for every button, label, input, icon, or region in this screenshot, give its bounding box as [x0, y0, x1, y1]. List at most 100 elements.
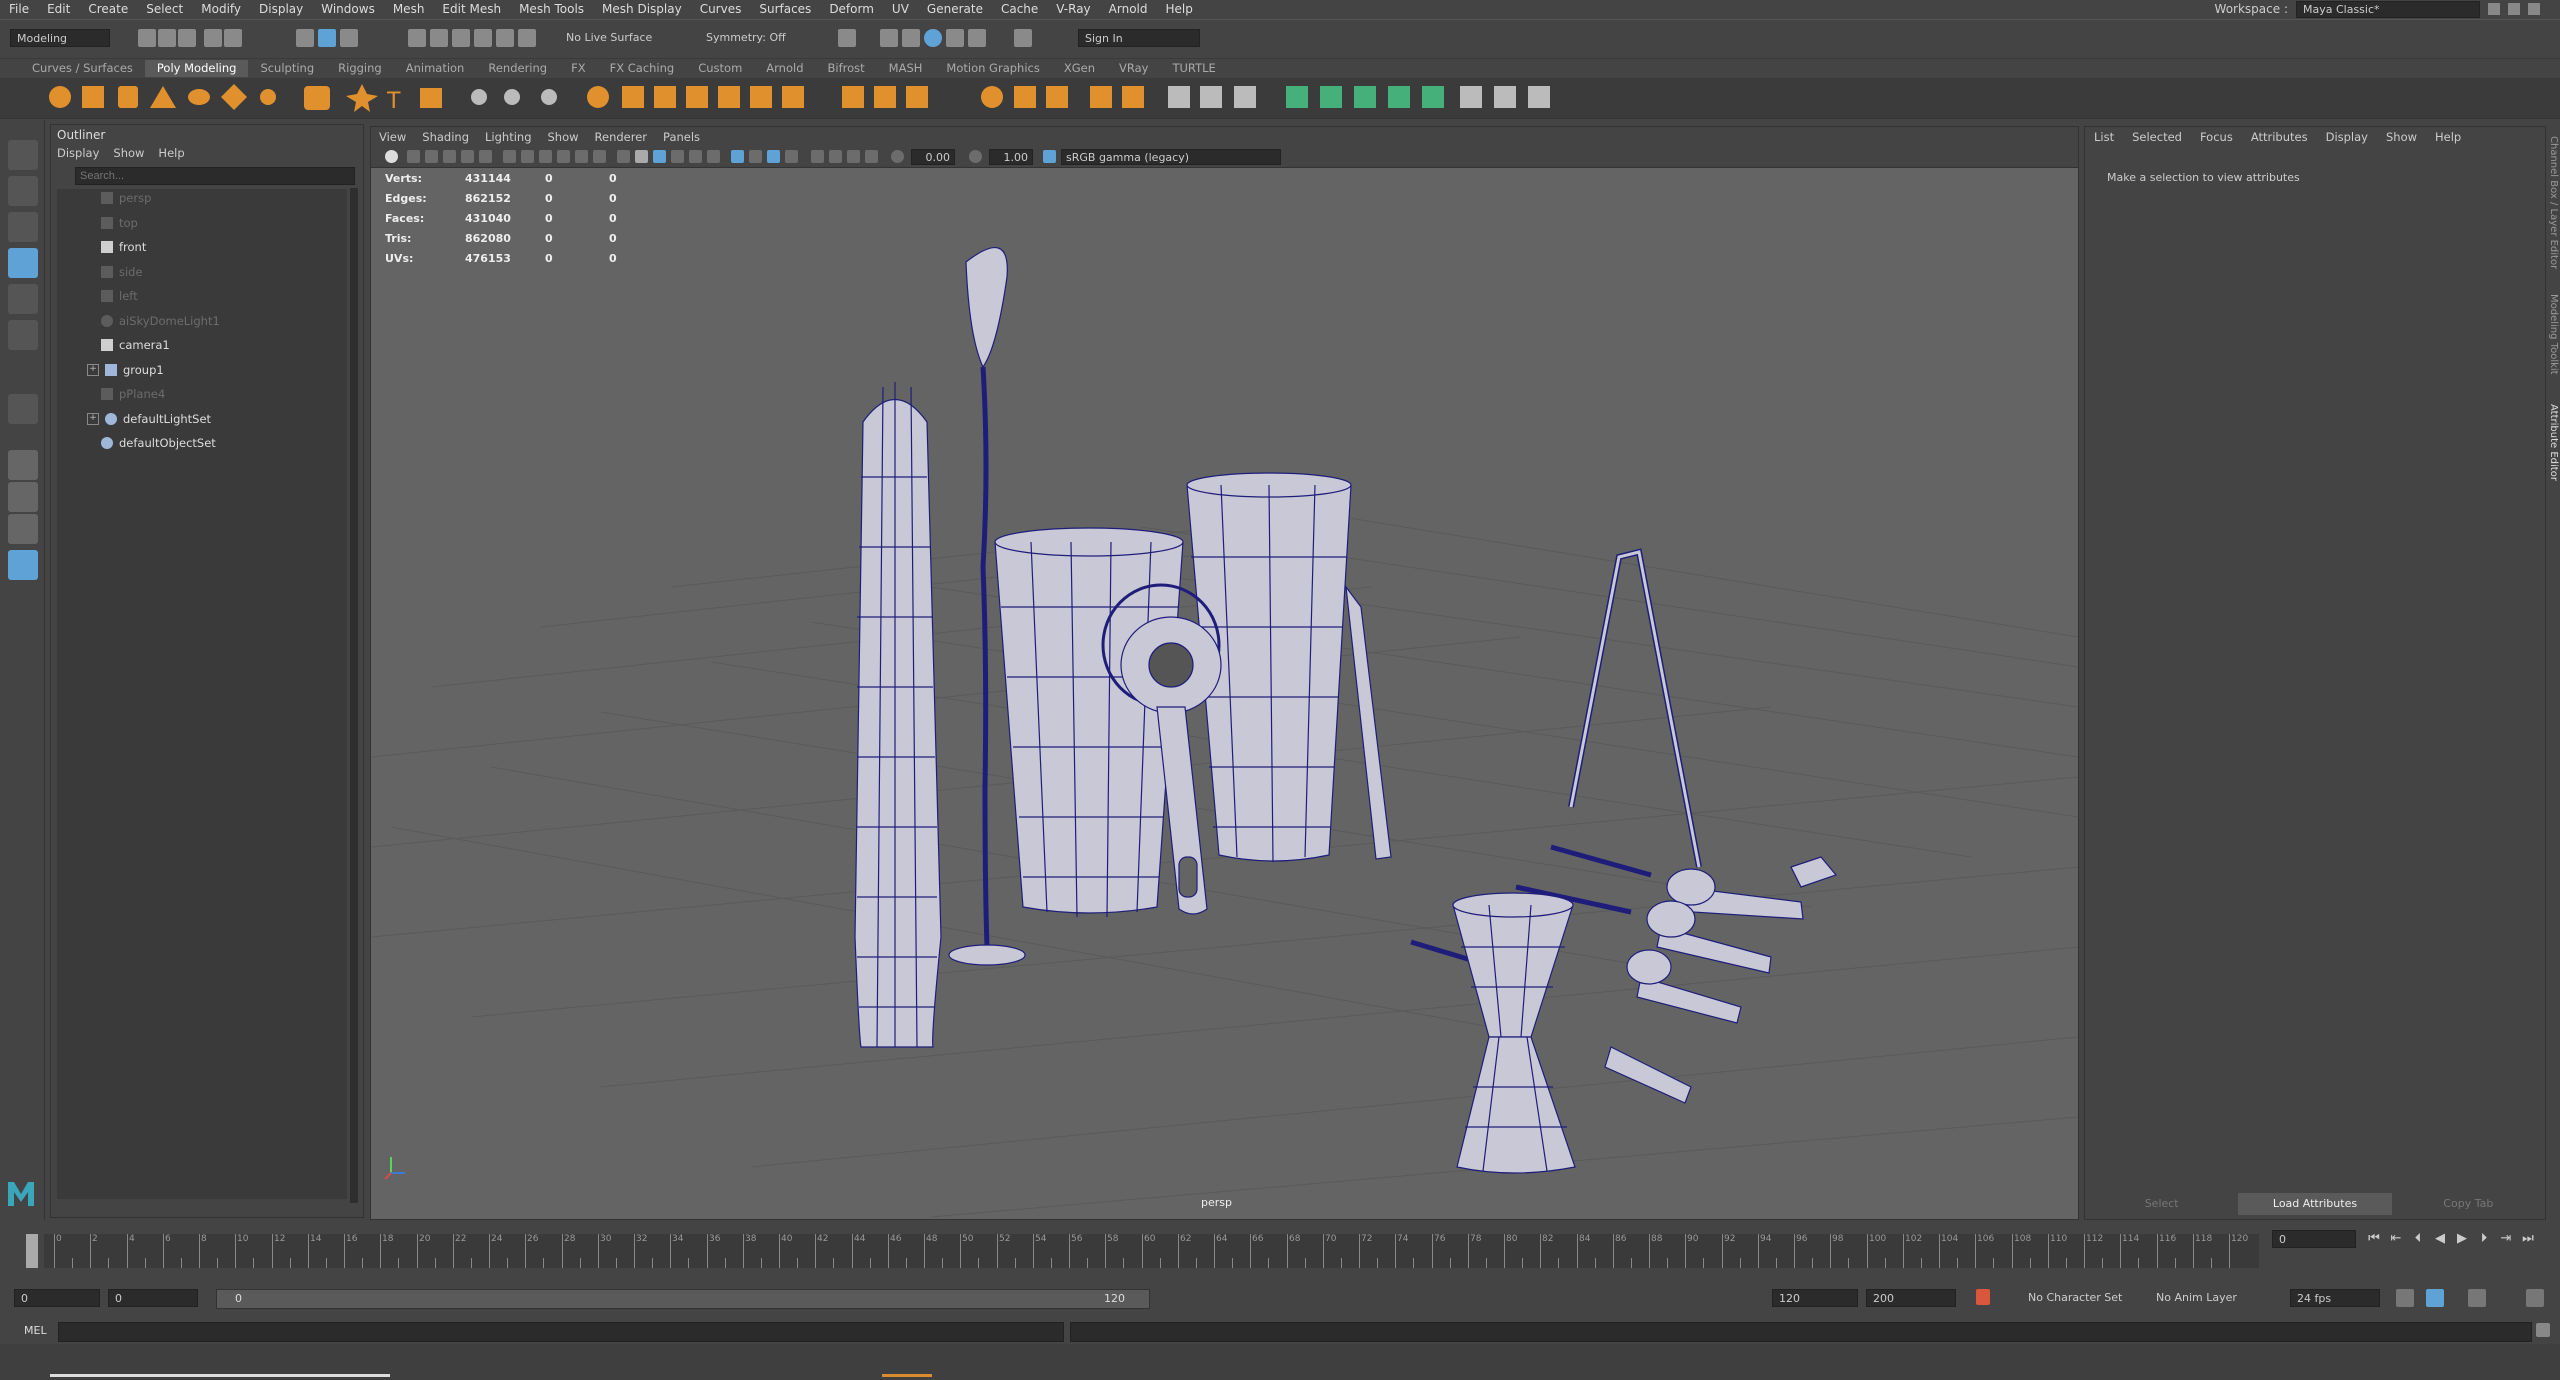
menu-surfaces[interactable]: Surfaces: [750, 0, 820, 18]
live-surface-field[interactable]: No Live Surface: [560, 29, 670, 47]
menu-mesh-display[interactable]: Mesh Display: [593, 0, 691, 18]
anim-layer-dropdown[interactable]: No Anim Layer: [2150, 1289, 2260, 1307]
menu-edit[interactable]: Edit: [38, 0, 79, 18]
character-set-dropdown[interactable]: No Character Set: [2022, 1289, 2142, 1307]
playback-start-field[interactable]: 0: [108, 1289, 198, 1307]
copy-tab-button[interactable]: Copy Tab: [2392, 1193, 2545, 1215]
load-attributes-button[interactable]: Load Attributes: [2238, 1193, 2392, 1215]
view-transform-dropdown[interactable]: sRGB gamma (legacy): [1061, 149, 1281, 165]
shelf-tab-animation[interactable]: Animation: [394, 60, 477, 77]
menu-display[interactable]: Display: [250, 0, 312, 18]
outliner-menu-help[interactable]: Help: [158, 146, 184, 160]
step-forward-frame-icon[interactable]: ⏵: [2476, 1231, 2492, 1247]
fps-dropdown[interactable]: 24 fps: [2290, 1289, 2380, 1307]
tab-attribute-editor[interactable]: Attribute Editor: [2548, 404, 2559, 481]
grease-pencil-icon[interactable]: [479, 150, 492, 163]
shelf-tab-mash[interactable]: MASH: [877, 60, 935, 77]
expand-icon[interactable]: +: [87, 363, 99, 376]
lights-icon[interactable]: [689, 150, 702, 163]
outliner-item-aiskydomelight1[interactable]: aiSkyDomeLight1: [101, 312, 220, 330]
xray-joints-icon[interactable]: [767, 150, 780, 163]
auto-key-icon[interactable]: [1976, 1289, 1990, 1305]
four-view-layout-icon[interactable]: [8, 482, 38, 512]
redo-icon[interactable]: [224, 29, 242, 47]
render-settings-icon[interactable]: [924, 29, 942, 47]
menu-edit-mesh[interactable]: Edit Mesh: [433, 0, 510, 18]
select-hierarchy-icon[interactable]: [296, 29, 314, 47]
attribute-menu-focus[interactable]: Focus: [2191, 127, 2242, 147]
range-slider[interactable]: 0 120: [216, 1289, 1150, 1309]
viewport-menu-shading[interactable]: Shading: [414, 130, 477, 144]
film-gate-icon[interactable]: [521, 150, 534, 163]
shelf-tab-curves-surfaces[interactable]: Curves / Surfaces: [20, 60, 145, 77]
step-back-frame-icon[interactable]: ⏴: [2410, 1231, 2426, 1247]
display-resolution-icon[interactable]: [811, 150, 824, 163]
shelf-tab-rigging[interactable]: Rigging: [326, 60, 394, 77]
ipr-render-icon[interactable]: [902, 29, 920, 47]
grid-icon[interactable]: [503, 150, 516, 163]
snap-center-icon[interactable]: [518, 29, 536, 47]
playback-end-field[interactable]: 120: [1772, 1289, 1858, 1307]
menu-help[interactable]: Help: [1157, 0, 1202, 18]
last-tool-icon[interactable]: [8, 394, 38, 424]
animation-preferences-icon[interactable]: [2526, 1289, 2544, 1307]
outliner-item-defaultlightset[interactable]: + defaultLightSet: [87, 410, 211, 428]
smooth-shade-icon[interactable]: [635, 150, 648, 163]
shelf-tab-turtle[interactable]: TURTLE: [1160, 60, 1227, 77]
shelf-tab-poly-modeling[interactable]: Poly Modeling: [144, 60, 249, 77]
snap-point-icon[interactable]: [452, 29, 470, 47]
time-slider[interactable]: 0 2 4 6 8 10 12 14 16 18 20 22 24 26 28 30 32 34 36 38 40 42 4…: [14, 1222, 2259, 1272]
snap-curve-icon[interactable]: [430, 29, 448, 47]
attribute-menu-list[interactable]: List: [2085, 127, 2123, 147]
menu-mesh-tools[interactable]: Mesh Tools: [510, 0, 593, 18]
viewport-menu-panels[interactable]: Panels: [655, 130, 708, 144]
key-settings-icon[interactable]: [2426, 1289, 2444, 1307]
wireframe-on-shaded-icon[interactable]: [653, 150, 666, 163]
textured-icon[interactable]: [671, 150, 684, 163]
paint-select-tool-icon[interactable]: [8, 212, 38, 242]
menu-modify[interactable]: Modify: [192, 0, 250, 18]
menu-v-ray[interactable]: V-Ray: [1047, 0, 1099, 18]
current-time-marker[interactable]: [26, 1234, 38, 1268]
ipr-stop-icon[interactable]: [1014, 29, 1032, 47]
outliner-item-pplane4[interactable]: pPlane4: [101, 385, 165, 403]
menu-set-dropdown[interactable]: Modeling: [10, 29, 110, 47]
play-forwards-icon[interactable]: ▶: [2454, 1231, 2470, 1247]
lasso-tool-icon[interactable]: [8, 176, 38, 206]
viewport-menu-show[interactable]: Show: [540, 130, 587, 144]
animation-start-field[interactable]: 0: [14, 1289, 100, 1307]
menu-mesh[interactable]: Mesh: [384, 0, 434, 18]
current-frame-field[interactable]: 0: [2272, 1230, 2356, 1248]
wireframe-icon[interactable]: [617, 150, 630, 163]
outliner-menu-show[interactable]: Show: [113, 146, 144, 160]
outliner-item-top[interactable]: top: [101, 214, 138, 232]
undo-icon[interactable]: [204, 29, 222, 47]
menu-uv[interactable]: UV: [883, 0, 918, 18]
outliner-item-defaultobjectset[interactable]: defaultObjectSet: [101, 434, 216, 452]
expand-icon[interactable]: +: [87, 412, 99, 425]
attribute-menu-display[interactable]: Display: [2317, 127, 2377, 147]
viewport-menu-lighting[interactable]: Lighting: [477, 130, 539, 144]
attribute-menu-attributes[interactable]: Attributes: [2242, 127, 2317, 147]
panel-layout-icon[interactable]: [2488, 3, 2500, 15]
menu-curves[interactable]: Curves: [691, 0, 751, 18]
panel-layout-icon-2[interactable]: [2508, 3, 2520, 15]
side-by-side-layout-icon[interactable]: [8, 514, 38, 544]
script-editor-icon[interactable]: [2536, 1323, 2550, 1337]
shadows-icon[interactable]: [707, 150, 720, 163]
render-frame-icon[interactable]: [880, 29, 898, 47]
scale-tool-icon[interactable]: [8, 320, 38, 350]
select-camera-icon[interactable]: [385, 150, 398, 163]
tab-modeling-toolkit[interactable]: Modeling Toolkit: [2548, 294, 2559, 375]
bookmarks-icon[interactable]: [425, 150, 438, 163]
step-back-key-icon[interactable]: ⇤: [2388, 1231, 2404, 1247]
select-button[interactable]: Select: [2085, 1193, 2238, 1215]
attribute-menu-help[interactable]: Help: [2426, 127, 2470, 147]
save-scene-icon[interactable]: [178, 29, 196, 47]
select-tool-icon[interactable]: [8, 140, 38, 170]
anti-aliasing-icon[interactable]: [847, 150, 860, 163]
menu-arnold[interactable]: Arnold: [1100, 0, 1157, 18]
shelf-tab-arnold[interactable]: Arnold: [754, 60, 815, 77]
outliner-layout-icon[interactable]: [8, 550, 38, 580]
outliner-scrollbar[interactable]: [350, 188, 358, 1203]
